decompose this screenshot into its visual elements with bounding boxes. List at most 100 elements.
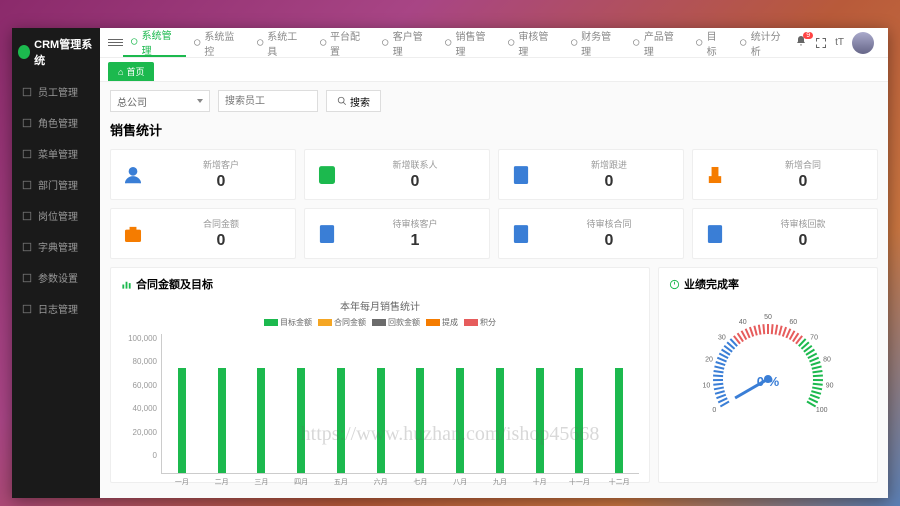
doc-icon <box>509 222 533 246</box>
bar[interactable] <box>615 368 623 473</box>
sidebar-item-6[interactable]: 参数设置 <box>12 262 100 293</box>
company-select[interactable]: 总公司 <box>110 90 210 112</box>
y-tick: 60,000 <box>121 381 157 390</box>
doc-icon <box>315 222 339 246</box>
menu-item-icon <box>22 118 32 128</box>
nav-item-3[interactable]: 平台配置 <box>312 28 375 57</box>
fullscreen-icon[interactable] <box>815 37 827 49</box>
nav-icon <box>319 38 327 47</box>
bar[interactable] <box>337 368 345 473</box>
nav-item-4[interactable]: 客户管理 <box>374 28 437 57</box>
nav-item-8[interactable]: 产品管理 <box>625 28 688 57</box>
stat-card-5: 待审核客户1 <box>304 208 490 259</box>
bar-col: 八月 <box>440 334 480 473</box>
bar[interactable] <box>218 368 226 473</box>
stat-value: 0 <box>351 173 479 191</box>
app-logo: CRM管理系统 <box>12 28 100 76</box>
font-size-icon[interactable]: tT <box>835 37 844 48</box>
sidebar-item-0[interactable]: 员工管理 <box>12 76 100 107</box>
bar-col: 九月 <box>480 334 520 473</box>
legend-item[interactable]: 提成 <box>426 317 458 328</box>
legend-item[interactable]: 目标金额 <box>264 317 312 328</box>
legend-label: 回款金额 <box>388 317 420 328</box>
stat-card-1: 新增联系人0 <box>304 149 490 200</box>
nav-item-10[interactable]: 统计分析 <box>732 28 795 57</box>
x-tick: 三月 <box>254 477 268 487</box>
x-tick: 二月 <box>215 477 229 487</box>
panel-left-head: 合同金额及目标 <box>121 276 639 292</box>
sidebar-item-label: 员工管理 <box>38 84 78 99</box>
sidebar-item-label: 日志管理 <box>38 301 78 316</box>
legend-item[interactable]: 积分 <box>464 317 496 328</box>
bar[interactable] <box>575 368 583 473</box>
top-nav: 系统管理系统监控系统工具平台配置客户管理销售管理审核管理财务管理产品管理目标统计… <box>100 28 888 58</box>
sidebar-item-7[interactable]: 日志管理 <box>12 293 100 324</box>
nav-item-2[interactable]: 系统工具 <box>249 28 312 57</box>
nav-item-0[interactable]: 系统管理 <box>123 28 186 57</box>
stat-card-2: 新增跟进0 <box>498 149 684 200</box>
gauge-tick: 0 <box>712 407 716 414</box>
nav-item-5[interactable]: 销售管理 <box>437 28 500 57</box>
stat-value: 0 <box>545 232 673 250</box>
search-button[interactable]: 搜索 <box>326 90 381 112</box>
stats-grid: 新增客户0新增联系人0新增跟进0新增合同0合同金额0待审核客户1待审核合同0待审… <box>110 149 878 259</box>
sidebar-item-3[interactable]: 部门管理 <box>12 169 100 200</box>
chart-legend: 目标金额合同金额 回款金额提成积分 <box>121 317 639 328</box>
x-tick: 十二月 <box>609 477 630 487</box>
chart-plot: 一月二月三月四月五月六月七月八月九月十月十一月十二月 <box>161 334 639 474</box>
avatar[interactable] <box>852 32 874 54</box>
logo-icon <box>18 45 30 59</box>
bar-col: 十一月 <box>560 334 600 473</box>
nav-icon <box>507 38 515 47</box>
sidebar-item-1[interactable]: 角色管理 <box>12 107 100 138</box>
sidebar-item-label: 字典管理 <box>38 239 78 254</box>
nav-icon <box>130 37 138 46</box>
bar[interactable] <box>297 368 305 473</box>
menu-toggle-icon[interactable] <box>108 35 123 51</box>
sidebar-item-label: 角色管理 <box>38 115 78 130</box>
nav-item-9[interactable]: 目标 <box>688 28 732 57</box>
bar[interactable] <box>496 368 504 473</box>
chart-icon <box>121 279 132 290</box>
notification-button[interactable]: 9 <box>795 35 807 50</box>
gauge-tick: 30 <box>718 334 726 341</box>
nav-item-7[interactable]: 财务管理 <box>563 28 626 57</box>
bar[interactable] <box>456 368 464 473</box>
bar[interactable] <box>377 368 385 473</box>
nav-item-label: 产品管理 <box>644 28 681 58</box>
y-tick: 0 <box>121 451 157 460</box>
sidebar-item-5[interactable]: 字典管理 <box>12 231 100 262</box>
briefcase-icon <box>121 222 145 246</box>
gauge-value: 0 % <box>698 374 838 389</box>
bar[interactable] <box>416 368 424 473</box>
sidebar-item-2[interactable]: 菜单管理 <box>12 138 100 169</box>
sidebar-item-4[interactable]: 岗位管理 <box>12 200 100 231</box>
legend-item[interactable]: 合同金额 <box>318 317 366 328</box>
panel-left-title: 合同金额及目标 <box>136 276 213 292</box>
stamp-icon <box>703 163 727 187</box>
legend-swatch <box>372 319 386 326</box>
main-area: 系统管理系统监控系统工具平台配置客户管理销售管理审核管理财务管理产品管理目标统计… <box>100 28 888 498</box>
legend-swatch <box>426 319 440 326</box>
x-tick: 一月 <box>175 477 189 487</box>
stat-value: 0 <box>157 173 285 191</box>
nav-item-1[interactable]: 系统监控 <box>186 28 249 57</box>
nav-item-label: 系统监控 <box>204 28 241 58</box>
bar[interactable] <box>178 368 186 473</box>
panel-right-head: 业绩完成率 <box>669 276 867 292</box>
tab-home[interactable]: ⌂ 首页 <box>108 62 154 81</box>
y-tick: 40,000 <box>121 404 157 413</box>
bar-col: 三月 <box>242 334 282 473</box>
bar[interactable] <box>536 368 544 473</box>
gauge-wrap: 0102030405060708090100 0 % <box>669 298 867 414</box>
nav-icon <box>193 38 201 47</box>
stat-card-7: 待审核回款0 <box>692 208 878 259</box>
search-icon <box>337 96 347 106</box>
nav-item-6[interactable]: 审核管理 <box>500 28 563 57</box>
sidebar-item-label: 参数设置 <box>38 270 78 285</box>
stat-label: 待审核合同 <box>545 217 673 230</box>
bar[interactable] <box>257 368 265 473</box>
legend-item[interactable]: 回款金额 <box>372 317 420 328</box>
y-tick: 20,000 <box>121 428 157 437</box>
search-input[interactable] <box>218 90 318 112</box>
